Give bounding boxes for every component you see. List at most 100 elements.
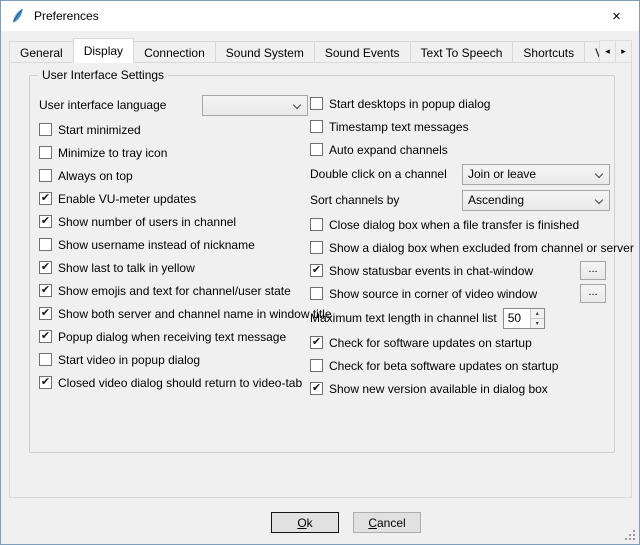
checkbox[interactable]: ✔ <box>39 215 52 228</box>
tab-display[interactable]: Display <box>73 38 134 63</box>
checkbox[interactable] <box>310 97 323 110</box>
tab-label: Connection <box>144 46 205 60</box>
window-title: Preferences <box>34 9 99 23</box>
checkbox-row[interactable]: ✔ Show emojis and text for channel/user … <box>39 279 308 302</box>
checkbox-label: Start minimized <box>58 123 141 137</box>
checkbox[interactable] <box>39 146 52 159</box>
checkbox[interactable]: ✔ <box>39 376 52 389</box>
resize-grip[interactable] <box>623 528 636 541</box>
chevron-down-icon <box>595 169 603 177</box>
checkbox-row[interactable]: ✔ Show number of users in channel <box>39 210 308 233</box>
checkbox-label: Show last to talk in yellow <box>58 261 195 275</box>
max-text-length-spinner[interactable]: 50 ▴ ▾ <box>503 308 545 329</box>
tab-label: General <box>20 46 63 60</box>
checkbox-row[interactable]: ✔ Show new version available in dialog b… <box>310 377 610 400</box>
spinner-value: 50 <box>508 311 521 325</box>
checkbox-label: Minimize to tray icon <box>58 146 167 160</box>
checkbox-label: Show a dialog box when excluded from cha… <box>329 241 634 255</box>
max-text-length-label: Maximum text length in channel list <box>310 311 497 325</box>
checkbox-row[interactable]: Start desktops in popup dialog <box>310 92 610 115</box>
checkbox[interactable] <box>310 241 323 254</box>
checkbox-row[interactable]: ✔ Show both server and channel name in w… <box>39 302 308 325</box>
left-column: User interface language Start minimized … <box>39 92 308 394</box>
close-icon[interactable]: × <box>594 1 639 31</box>
checkbox-row[interactable]: ✔ Show last to talk in yellow <box>39 256 308 279</box>
checkbox-label: Timestamp text messages <box>329 120 469 134</box>
checkbox-row[interactable]: Start video in popup dialog <box>39 348 308 371</box>
tab-label: Shortcuts <box>523 46 574 60</box>
ok-button[interactable]: Ok <box>271 512 339 533</box>
checkbox[interactable]: ✔ <box>39 284 52 297</box>
checkbox-row[interactable]: ✔ Popup dialog when receiving text messa… <box>39 325 308 348</box>
checkbox-row[interactable]: Auto expand channels <box>310 138 610 161</box>
checkbox[interactable] <box>310 120 323 133</box>
checkbox[interactable] <box>39 123 52 136</box>
checkbox-row[interactable]: Timestamp text messages <box>310 115 610 138</box>
cancel-button[interactable]: Cancel <box>353 512 421 533</box>
checkbox-label: Auto expand channels <box>329 143 448 157</box>
checkbox[interactable]: ✔ <box>39 307 52 320</box>
checkbox-label: Check for software updates on startup <box>329 336 532 350</box>
checkbox[interactable] <box>310 218 323 231</box>
tab-sound-events[interactable]: Sound Events <box>314 41 411 63</box>
checkbox[interactable]: ✔ <box>39 330 52 343</box>
tab-general[interactable]: General <box>9 41 74 63</box>
checkbox[interactable]: ✔ <box>39 261 52 274</box>
video-source-browse-button[interactable]: ... <box>580 284 606 303</box>
checkbox-row[interactable]: Always on top <box>39 164 308 187</box>
checkbox[interactable]: ✔ <box>310 382 323 395</box>
spin-down-icon[interactable]: ▾ <box>531 319 544 328</box>
chevron-down-icon <box>595 195 603 203</box>
app-icon <box>10 8 26 24</box>
checkbox[interactable]: ✔ <box>310 264 323 277</box>
checkbox[interactable] <box>39 238 52 251</box>
checkbox-row[interactable]: Close dialog box when a file transfer is… <box>310 213 610 236</box>
user-interface-settings-group: User Interface Settings User interface l… <box>29 75 615 453</box>
spinner-buttons: ▴ ▾ <box>530 309 544 328</box>
checkbox-row[interactable]: ✔ Closed video dialog should return to v… <box>39 371 308 394</box>
max-text-length-row: Maximum text length in channel list 50 ▴… <box>310 305 610 331</box>
checkbox-label: Check for beta software updates on start… <box>329 359 558 373</box>
checkbox-row[interactable]: Check for beta software updates on start… <box>310 354 610 377</box>
checkbox[interactable]: ✔ <box>310 336 323 349</box>
checkbox-row[interactable]: ✔ Enable VU-meter updates <box>39 187 308 210</box>
statusbar-events-row[interactable]: ✔ Show statusbar events in chat-window .… <box>310 259 610 282</box>
checkbox-row[interactable]: ✔ Check for software updates on startup <box>310 331 610 354</box>
checkbox-row[interactable]: Show a dialog box when excluded from cha… <box>310 236 610 259</box>
double-click-row: Double click on a channel Join or leave <box>310 161 610 187</box>
checkbox[interactable] <box>310 287 323 300</box>
title-bar[interactable]: Preferences <box>1 1 639 31</box>
checkbox[interactable] <box>39 353 52 366</box>
checkbox-row[interactable]: Show username instead of nickname <box>39 233 308 256</box>
statusbar-events-browse-button[interactable]: ... <box>580 261 606 280</box>
checkbox[interactable] <box>39 169 52 182</box>
tab-label: Display <box>84 44 123 58</box>
sort-channels-row: Sort channels by Ascending <box>310 187 610 213</box>
right-column: Start desktops in popup dialog Timestamp… <box>310 92 610 400</box>
combo-value: Ascending <box>468 193 524 207</box>
language-select[interactable] <box>202 95 308 116</box>
tab-connection[interactable]: Connection <box>133 41 216 63</box>
checkbox-row[interactable]: Start minimized <box>39 118 308 141</box>
checkbox[interactable] <box>310 359 323 372</box>
video-source-row[interactable]: Show source in corner of video window ..… <box>310 282 610 305</box>
language-row: User interface language <box>39 92 308 118</box>
checkbox[interactable] <box>310 143 323 156</box>
tab-sound-system[interactable]: Sound System <box>215 41 315 63</box>
tab-scroll-left-icon[interactable]: ◂ <box>599 40 616 63</box>
checkbox-label: Popup dialog when receiving text message <box>58 330 286 344</box>
double-click-action-select[interactable]: Join or leave <box>462 164 610 185</box>
tab-text-to-speech[interactable]: Text To Speech <box>410 41 514 63</box>
checkbox-row[interactable]: Minimize to tray icon <box>39 141 308 164</box>
combo-value: Join or leave <box>468 167 536 181</box>
tab-label: Sound System <box>226 46 304 60</box>
checkbox[interactable]: ✔ <box>39 192 52 205</box>
tab-shortcuts[interactable]: Shortcuts <box>512 41 585 63</box>
group-title: User Interface Settings <box>38 68 168 82</box>
tab-scroll-right-icon[interactable]: ▸ <box>615 40 632 63</box>
checkbox-label: Start desktops in popup dialog <box>329 97 490 111</box>
spin-up-icon[interactable]: ▴ <box>531 309 544 319</box>
sort-channels-select[interactable]: Ascending <box>462 190 610 211</box>
tab-bar: General Display Connection Sound System … <box>9 38 632 63</box>
display-tab-pane: User Interface Settings User interface l… <box>9 62 632 498</box>
